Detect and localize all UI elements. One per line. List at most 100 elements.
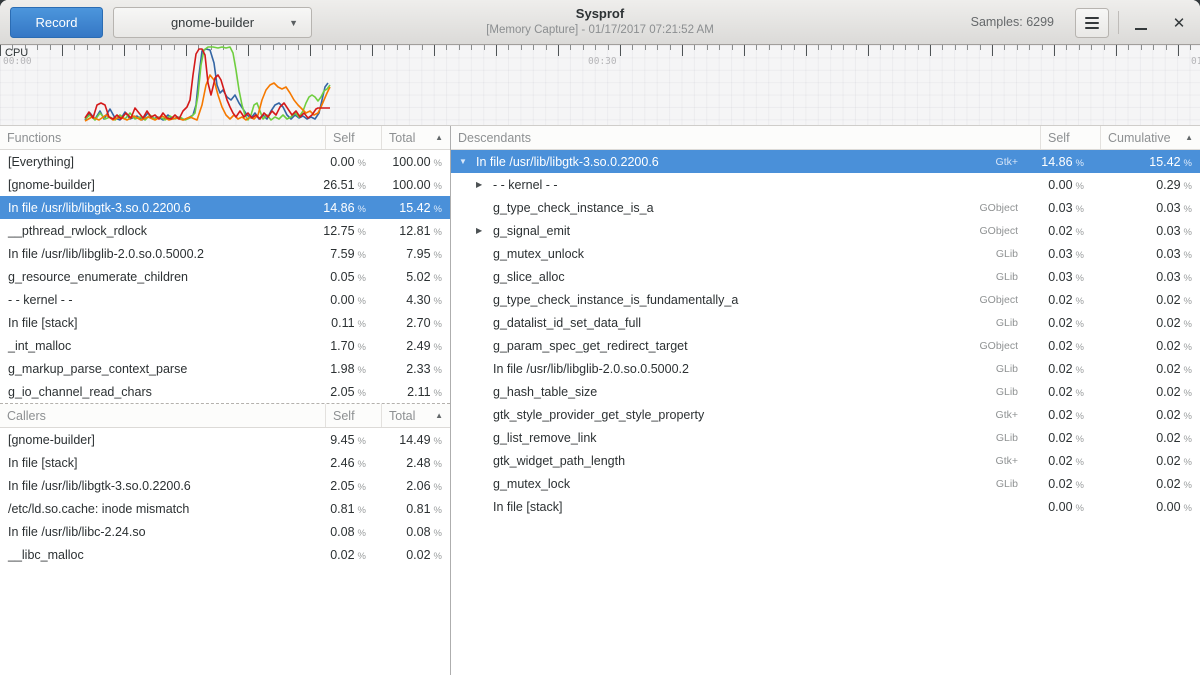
- percent-sign: %: [1184, 296, 1192, 307]
- percent-sign: %: [1184, 342, 1192, 353]
- window-subtitle: [Memory Capture] - 01/17/2017 07:21:52 A…: [300, 24, 900, 36]
- cumulative-percent: 15.42%: [1092, 155, 1200, 169]
- record-button[interactable]: Record: [10, 7, 103, 38]
- descendants-tree-row[interactable]: g_slice_allocGLib0.03%0.03%: [451, 265, 1200, 288]
- cumulative-value: 0.02: [1156, 431, 1180, 445]
- column-header-functions[interactable]: Functions: [0, 126, 325, 149]
- percent-sign: %: [1076, 342, 1084, 353]
- callers-table-row[interactable]: In file [stack]2.46%2.48%: [0, 451, 450, 474]
- descendants-tree-row[interactable]: ▶- - kernel - -0.00%0.29%: [451, 173, 1200, 196]
- percent-sign: %: [358, 528, 366, 539]
- self-percent: 1.70%: [310, 339, 373, 353]
- percent-sign: %: [358, 296, 366, 307]
- descendants-tree-row[interactable]: ▼In file /usr/lib/libgtk-3.so.0.2200.6Gt…: [451, 150, 1200, 173]
- expander-expanded-icon[interactable]: ▼: [457, 157, 476, 166]
- minimize-button[interactable]: [1126, 8, 1156, 38]
- self-percent: 0.05%: [310, 270, 373, 284]
- self-value: 0.02: [1048, 362, 1072, 376]
- total-value: 0.08: [406, 525, 430, 539]
- functions-table-row[interactable]: In file /usr/lib/libgtk-3.so.0.2200.614.…: [0, 196, 450, 219]
- descendants-tree-row[interactable]: In file [stack]0.00%0.00%: [451, 495, 1200, 518]
- function-name: In file /usr/lib/libc-2.24.so: [0, 525, 310, 539]
- total-percent: 2.11%: [373, 385, 450, 399]
- functions-table-row[interactable]: In file [stack]0.11%2.70%: [0, 311, 450, 334]
- cumulative-value: 0.29: [1156, 178, 1180, 192]
- descendant-name: In file /usr/lib/libglib-2.0.so.0.5000.2…: [451, 362, 1024, 376]
- function-name: __pthread_rwlock_rdlock: [0, 224, 310, 238]
- descendants-tree-row[interactable]: ▶g_signal_emitGObject0.02%0.03%: [451, 219, 1200, 242]
- callers-table-row[interactable]: /etc/ld.so.cache: inode mismatch0.81%0.8…: [0, 497, 450, 520]
- percent-sign: %: [434, 158, 442, 169]
- descendants-tree-row[interactable]: g_type_check_instance_is_fundamentally_a…: [451, 288, 1200, 311]
- function-name: _int_malloc: [0, 339, 310, 353]
- expander-collapsed-icon[interactable]: ▶: [474, 226, 493, 235]
- percent-sign: %: [434, 204, 442, 215]
- functions-table-row[interactable]: g_markup_parse_context_parse1.98%2.33%: [0, 357, 450, 380]
- percent-sign: %: [1076, 365, 1084, 376]
- column-header-total[interactable]: Total ▲: [381, 404, 450, 427]
- callers-table-row[interactable]: In file /usr/lib/libc-2.24.so0.08%0.08%: [0, 520, 450, 543]
- right-pane: Descendants Self Cumulative ▲ ▼In file /…: [451, 126, 1200, 675]
- function-name: In file /usr/lib/libglib-2.0.so.0.5000.2: [0, 247, 310, 261]
- descendants-tree-row[interactable]: g_hash_table_sizeGLib0.02%0.02%: [451, 380, 1200, 403]
- process-selector-dropdown[interactable]: gnome-builder ▼: [113, 7, 312, 38]
- cumulative-value: 0.02: [1156, 293, 1180, 307]
- cumulative-value: 0.02: [1156, 339, 1180, 353]
- functions-table-row[interactable]: - - kernel - -0.00%4.30%: [0, 288, 450, 311]
- library-category-label: GObject: [979, 294, 1024, 306]
- functions-table-row[interactable]: g_resource_enumerate_children0.05%5.02%: [0, 265, 450, 288]
- descendants-tree-row[interactable]: In file /usr/lib/libglib-2.0.so.0.5000.2…: [451, 357, 1200, 380]
- self-percent: 0.03%: [1024, 270, 1092, 284]
- percent-sign: %: [1184, 181, 1192, 192]
- descendants-tree-row[interactable]: gtk_style_provider_get_style_propertyGtk…: [451, 403, 1200, 426]
- descendant-name: g_slice_allocGLib: [451, 270, 1024, 284]
- sort-indicator-icon: ▲: [1179, 133, 1193, 142]
- functions-table-row[interactable]: [gnome-builder]26.51%100.00%: [0, 173, 450, 196]
- descendant-name: In file [stack]: [451, 500, 1024, 514]
- descendants-tree-row[interactable]: g_datalist_id_set_data_fullGLib0.02%0.02…: [451, 311, 1200, 334]
- total-percent: 2.33%: [373, 362, 450, 376]
- functions-table-row[interactable]: In file /usr/lib/libglib-2.0.so.0.5000.2…: [0, 242, 450, 265]
- percent-sign: %: [1184, 411, 1192, 422]
- library-category-label: GObject: [979, 340, 1024, 352]
- close-button[interactable]: ✕: [1164, 8, 1194, 38]
- callers-table-row[interactable]: [gnome-builder]9.45%14.49%: [0, 428, 450, 451]
- percent-sign: %: [434, 296, 442, 307]
- functions-table-row[interactable]: __pthread_rwlock_rdlock12.75%12.81%: [0, 219, 450, 242]
- expander-collapsed-icon[interactable]: ▶: [474, 180, 493, 189]
- self-value: 0.00: [1048, 500, 1072, 514]
- percent-sign: %: [1184, 158, 1192, 169]
- column-header-cumulative[interactable]: Cumulative ▲: [1100, 126, 1200, 149]
- self-percent: 0.02%: [310, 548, 373, 562]
- menu-button[interactable]: [1075, 8, 1109, 38]
- self-value: 0.00: [330, 155, 354, 169]
- percent-sign: %: [358, 227, 366, 238]
- column-header-self[interactable]: Self: [1040, 126, 1100, 149]
- functions-table-row[interactable]: g_io_channel_read_chars2.05%2.11%: [0, 380, 450, 403]
- callers-table-row[interactable]: __libc_malloc0.02%0.02%: [0, 543, 450, 566]
- percent-sign: %: [1184, 250, 1192, 261]
- self-value: 0.02: [1048, 408, 1072, 422]
- percent-sign: %: [434, 319, 442, 330]
- descendants-tree-row[interactable]: g_type_check_instance_is_aGObject0.03%0.…: [451, 196, 1200, 219]
- callers-table-row[interactable]: In file /usr/lib/libgtk-3.so.0.2200.62.0…: [0, 474, 450, 497]
- column-header-total[interactable]: Total ▲: [381, 126, 450, 149]
- cpu-graph[interactable]: CPU 00:0000:3001:00: [0, 45, 1200, 126]
- column-header-self[interactable]: Self: [325, 126, 381, 149]
- column-header-descendants[interactable]: Descendants: [451, 126, 1040, 149]
- percent-sign: %: [1184, 273, 1192, 284]
- descendants-tree-row[interactable]: g_list_remove_linkGLib0.02%0.02%: [451, 426, 1200, 449]
- total-percent: 0.08%: [373, 525, 450, 539]
- column-header-callers[interactable]: Callers: [0, 404, 325, 427]
- titlebar-titles: Sysprof [Memory Capture] - 01/17/2017 07…: [300, 6, 900, 36]
- functions-table-row[interactable]: [Everything]0.00%100.00%: [0, 150, 450, 173]
- functions-table-row[interactable]: _int_malloc1.70%2.49%: [0, 334, 450, 357]
- descendants-tree-row[interactable]: gtk_widget_path_lengthGtk+0.02%0.02%: [451, 449, 1200, 472]
- descendants-tree-row[interactable]: g_mutex_unlockGLib0.03%0.03%: [451, 242, 1200, 265]
- column-header-self[interactable]: Self: [325, 404, 381, 427]
- total-percent: 0.81%: [373, 502, 450, 516]
- descendants-tree-row[interactable]: g_param_spec_get_redirect_targetGObject0…: [451, 334, 1200, 357]
- descendants-tree-row[interactable]: g_mutex_lockGLib0.02%0.02%: [451, 472, 1200, 495]
- self-value: 9.45: [330, 433, 354, 447]
- main-area: Functions Self Total ▲ [Everything]0.00%…: [0, 126, 1200, 675]
